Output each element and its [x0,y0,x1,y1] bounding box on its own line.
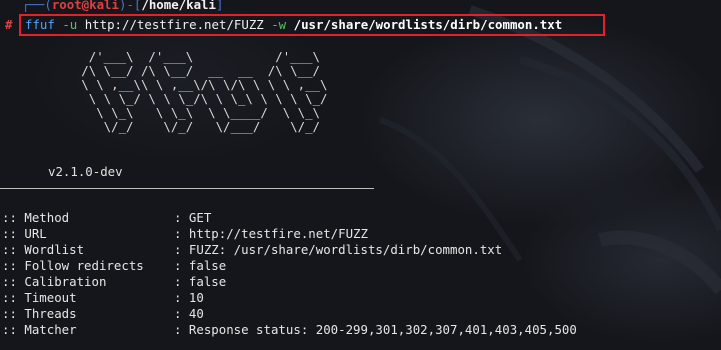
ascii-line: \ \ \_/ \ \ \_/\ \ \_\ \ \ \ \_/ [44,91,328,106]
config-value: : Response status: 200-299,301,302,307,4… [174,322,577,337]
config-key: :: Follow redirects [2,258,144,273]
config-summary: :: Method : GET :: URL : http://testfire.n… [2,210,577,338]
command-program: ffuf [25,17,55,32]
config-key: :: Calibration [2,274,107,289]
ascii-line: /'___\ /'___\ /'___\ [44,49,321,64]
version-text: v2.1.0-dev [48,164,123,179]
config-key: :: URL [2,226,47,241]
root-prompt-symbol: # [5,17,13,32]
prompt-path: /home/kali [141,0,216,12]
config-row-threads: :: Threads : 40 [2,306,577,322]
section-divider [0,188,374,189]
command-flag-w: -w [271,17,287,32]
ascii-line: \ \ ,__\\ \ ,__\/\ \/\ \ \ \ ,__\ [44,77,328,92]
config-key: :: Wordlist [2,242,85,257]
config-value: : 10 [174,290,204,305]
ascii-line: \/_/ \/_/ \/___/ \/_/ [44,119,321,134]
config-key: :: Threads [2,306,77,321]
command-url: http://testfire.net/FUZZ [84,17,264,32]
config-row-timeout: :: Timeout : 10 [2,290,577,306]
config-value: : false [174,258,227,273]
ffuf-ascii-banner: /'___\ /'___\ /'___\ /\ \__/ /\ \__/ __ … [44,50,327,134]
ascii-line: /\ \__/ /\ \__/ __ __ /\ \__/ [44,63,321,78]
config-value: : false [174,274,227,289]
config-value: : GET [174,210,212,225]
prompt-user-host: root@kali [51,0,119,12]
command-flag-u: -u [62,17,78,32]
config-row-method: :: Method : GET [2,210,577,226]
config-row-matcher: :: Matcher : Response status: 200-299,301… [2,322,577,338]
command-line[interactable]: ffuf -u http://testfire.net/FUZZ -w /usr… [25,17,562,33]
config-key: :: Method [2,210,70,225]
config-row-follow-redirects: :: Follow redirects : false [2,258,577,274]
config-row-url: :: URL : http://testfire.net/FUZZ [2,226,577,242]
command-wordlist: /usr/share/wordlists/dirb/common.txt [293,17,563,32]
config-value: : 40 [174,306,204,321]
config-key: :: Timeout [2,290,77,305]
terminal-window[interactable]: ┌──(root@kali)-[/home/kali] # ffuf -u ht… [0,0,721,350]
config-row-calibration: :: Calibration : false [2,274,577,290]
config-row-wordlist: :: Wordlist : FUZZ: /usr/share/wordlists/… [2,242,577,258]
config-value: : FUZZ: /usr/share/wordlists/dirb/common… [174,242,503,257]
shell-prompt: ┌──(root@kali)-[/home/kali] [22,0,223,13]
ascii-line: \ \_\ \ \_\ \ \____/ \ \_\ [44,105,321,120]
config-value: : http://testfire.net/FUZZ [174,226,368,241]
config-key: :: Matcher [2,322,77,337]
